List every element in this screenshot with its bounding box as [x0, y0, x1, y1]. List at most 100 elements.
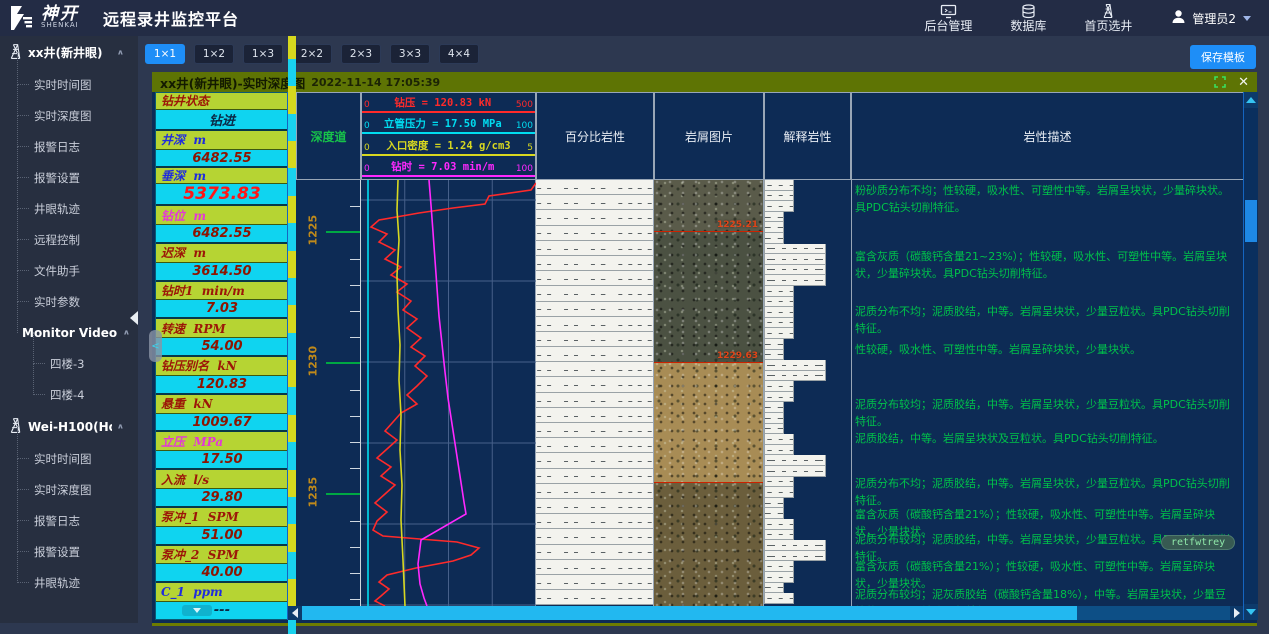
shenkai-logo-icon	[8, 5, 34, 31]
interpreted-lithology-bar	[764, 180, 794, 191]
scroll-down-arrow[interactable]	[1244, 604, 1258, 620]
parameter-cell-入流: 入流 l/s29.80	[156, 470, 288, 508]
sidebar-item-label: 井眼轨迹	[34, 575, 80, 591]
interpreted-lithology-bar	[764, 402, 784, 413]
lithology-pattern-row	[536, 545, 653, 560]
interpreted-lithology-bar	[764, 551, 826, 562]
sidebar-item-实时参数[interactable]: 实时参数	[0, 286, 138, 317]
grid-layout-button-4×4[interactable]: 4×4	[439, 44, 479, 64]
lithology-pattern-row	[536, 529, 653, 544]
lithology-description: 泥质分布不均；泥质胶结，中等。岩屑呈块状，少量豆粒状。具PDC钻头切削特征。	[855, 475, 1230, 509]
sidebar-item-实时深度图[interactable]: 实时深度图	[0, 474, 138, 505]
parameter-panel-collapse-handle[interactable]: <	[149, 330, 162, 362]
interpreted-lithology-bar	[764, 265, 826, 276]
lithology-pattern-row	[536, 575, 653, 590]
interpreted-lithology-column	[764, 180, 851, 606]
interpreted-lithology-bar	[764, 413, 784, 424]
vertical-scroll-thumb[interactable]	[1245, 200, 1257, 242]
parameter-cell-钻位: 钻位 m6482.55	[156, 206, 288, 244]
column-header-cuttings-photo: 岩屑图片	[654, 92, 764, 180]
grid-layout-button-2×3[interactable]: 2×3	[341, 44, 381, 64]
app-logo: 神开 SHENKAI	[0, 5, 89, 31]
grid-layout-button-1×1[interactable]: 1×1	[145, 44, 185, 64]
depth-tick-label: 1230	[307, 347, 320, 377]
cuttings-photo	[654, 482, 763, 606]
lithology-pattern-row	[536, 423, 653, 438]
interpreted-lithology-bar	[764, 466, 826, 477]
lithology-description: 泥质分布不均；泥质胶结，中等。岩屑呈块状，少量豆粒状。具PDC钻头切削特征。	[855, 303, 1230, 337]
curve-track	[361, 180, 536, 606]
interpreted-lithology-bar	[764, 286, 794, 297]
column-header-percent-lithology: 百分比岩性	[536, 92, 654, 180]
grid-layout-button-1×3[interactable]: 1×3	[243, 44, 283, 64]
sidebar-item-报警设置[interactable]: 报警设置	[0, 162, 138, 193]
sidebar-item-实时时间图[interactable]: 实时时间图	[0, 69, 138, 100]
app-title: 远程录井监控平台	[103, 6, 239, 30]
parameter-value: 29.80	[156, 489, 288, 506]
parameter-cell-C_1: C_1 ppm---	[156, 583, 288, 619]
depth-major-tick	[326, 493, 360, 495]
scroll-up-arrow[interactable]	[1244, 92, 1258, 108]
vertical-scrollbar[interactable]	[1243, 92, 1258, 620]
parameter-label: 垂深 m	[156, 168, 288, 184]
user-menu[interactable]: 管理员2	[1170, 8, 1251, 28]
interpreted-lithology-bar	[764, 328, 794, 339]
lithology-pattern-row	[536, 393, 653, 408]
sidebar-item-实时深度图[interactable]: 实时深度图	[0, 100, 138, 131]
parameter-cell-泵冲_1: 泵冲_1 SPM51.00	[156, 508, 288, 546]
sidebar-item-四楼-4[interactable]: 四楼-4	[0, 379, 138, 410]
save-template-button[interactable]: 保存模板	[1190, 45, 1256, 69]
sidebar-item-井眼轨迹[interactable]: 井眼轨迹	[0, 193, 138, 224]
scroll-left-arrow[interactable]	[288, 606, 302, 620]
lithology-description: 性较硬，吸水性、可塑性中等。岩屑呈碎块状，少量块状。	[855, 341, 1230, 358]
sidebar-item-实时时间图[interactable]: 实时时间图	[0, 443, 138, 474]
grid-layout-button-1×2[interactable]: 1×2	[194, 44, 234, 64]
interpreted-lithology-bar	[764, 254, 826, 265]
sidebar-item-四楼-3[interactable]: 四楼-3	[0, 348, 138, 379]
parameter-dropdown-button[interactable]	[182, 605, 212, 616]
nav-item-1[interactable]: 后台管理	[924, 4, 972, 33]
chevron-up-icon: ∧	[117, 49, 124, 57]
sidebar-item-井眼轨迹[interactable]: 井眼轨迹	[0, 567, 138, 598]
sidebar-item-报警日志[interactable]: 报警日志	[0, 131, 138, 162]
percent-lithology-column	[536, 180, 654, 606]
lithology-pattern-row	[536, 499, 653, 514]
parameter-label: 井深 m	[156, 131, 288, 150]
grid-layout-button-3×3[interactable]: 3×3	[390, 44, 430, 64]
sidebar-item-报警日志[interactable]: 报警日志	[0, 505, 138, 536]
depth-major-tick	[326, 362, 360, 364]
interpreted-lithology-bar	[764, 540, 826, 551]
expand-icon[interactable]	[1214, 76, 1226, 88]
sidebar-item-远程控制[interactable]: 远程控制	[0, 224, 138, 255]
parameter-value: 120.83	[156, 376, 288, 393]
parameter-cell-钻压别名: 钻压别名 kN120.83	[156, 357, 288, 395]
horizontal-scroll-thumb[interactable]	[302, 606, 1077, 620]
sidebar-well-Wei-H100(Hole-1)[interactable]: Wei-H100(Hole-1)∧	[0, 410, 138, 443]
parameter-value: 54.00	[156, 338, 288, 355]
grid-layout-button-2×2[interactable]: 2×2	[292, 44, 332, 64]
depth-tick-label: 1225	[307, 216, 320, 246]
nav-item-2[interactable]: 数据库	[1010, 4, 1046, 33]
lithology-description: 富含灰质（碳酸钙含量21~23%）；性较硬，吸水性、可塑性中等。岩屑呈块状，少量…	[855, 248, 1230, 282]
layout-toolbar: 1×1 1×2 1×3 2×2 2×3 3×3 4×4	[138, 36, 1269, 72]
top-bar: 神开 SHENKAI 远程录井监控平台 后台管理 数据库 首页选井 管理员2	[0, 0, 1269, 36]
nav-item-3[interactable]: 首页选井	[1084, 3, 1132, 33]
sidebar-item-文件助手[interactable]: 文件助手	[0, 255, 138, 286]
interpreted-lithology-bar	[764, 498, 784, 509]
sidebar-collapse-handle[interactable]	[130, 311, 138, 325]
scroll-right-arrow[interactable]	[1230, 606, 1244, 620]
interpreted-lithology-bar	[764, 508, 784, 519]
interpreted-lithology-bar	[764, 233, 784, 244]
close-icon[interactable]: ✕	[1238, 76, 1249, 89]
lithology-description: 粉砂质分布不均；性较硬，吸水性、可塑性中等。岩屑呈块状，少量碎块状。具PDC钻头…	[855, 182, 1230, 216]
curve-入口密度	[397, 180, 405, 606]
sidebar-group-Monitor Video[interactable]: Monitor Video∧	[0, 317, 138, 348]
sidebar-well-xx井(新井眼)[interactable]: xx井(新井眼)∧	[0, 36, 138, 69]
sidebar-item-报警设置[interactable]: 报警设置	[0, 536, 138, 567]
horizontal-scrollbar[interactable]	[288, 606, 1244, 620]
derrick-icon	[1101, 3, 1115, 19]
sidebar-item-label: 报警日志	[34, 513, 80, 529]
sidebar-item-label: 报警设置	[34, 170, 80, 186]
curve-header-立管压力: 0立管压力 = 17.50 MPa100	[362, 116, 535, 134]
parameter-value: 5373.83	[156, 184, 288, 204]
